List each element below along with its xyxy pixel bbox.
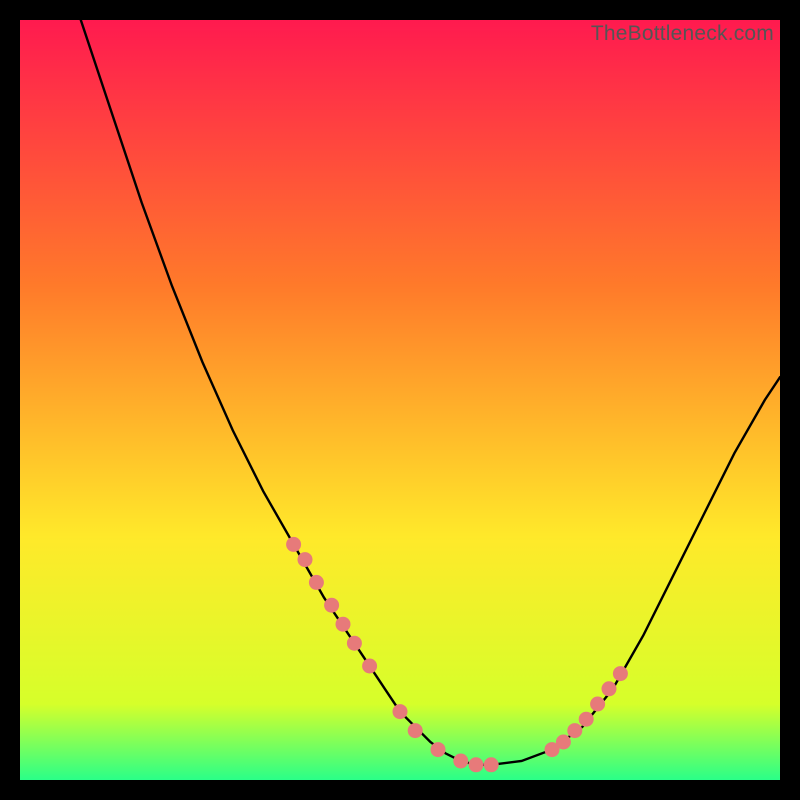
marker-dot bbox=[613, 666, 628, 681]
marker-dot bbox=[347, 636, 362, 651]
marker-dot bbox=[453, 754, 468, 769]
marker-dot bbox=[393, 704, 408, 719]
marker-dot bbox=[567, 723, 582, 738]
marker-dot bbox=[556, 735, 571, 750]
chart-svg bbox=[20, 20, 780, 780]
marker-dot bbox=[484, 757, 499, 772]
marker-dot bbox=[602, 681, 617, 696]
marker-dot bbox=[408, 723, 423, 738]
marker-dot bbox=[590, 697, 605, 712]
marker-dot bbox=[298, 552, 313, 567]
marker-dot bbox=[286, 537, 301, 552]
marker-dot bbox=[579, 712, 594, 727]
marker-dot bbox=[469, 757, 484, 772]
chart-frame: TheBottleneck.com bbox=[20, 20, 780, 780]
marker-dot bbox=[324, 598, 339, 613]
marker-dot bbox=[309, 575, 324, 590]
marker-dot bbox=[362, 659, 377, 674]
watermark-text: TheBottleneck.com bbox=[591, 22, 774, 46]
gradient-background bbox=[20, 20, 780, 780]
marker-dot bbox=[336, 617, 351, 632]
marker-dot bbox=[431, 742, 446, 757]
